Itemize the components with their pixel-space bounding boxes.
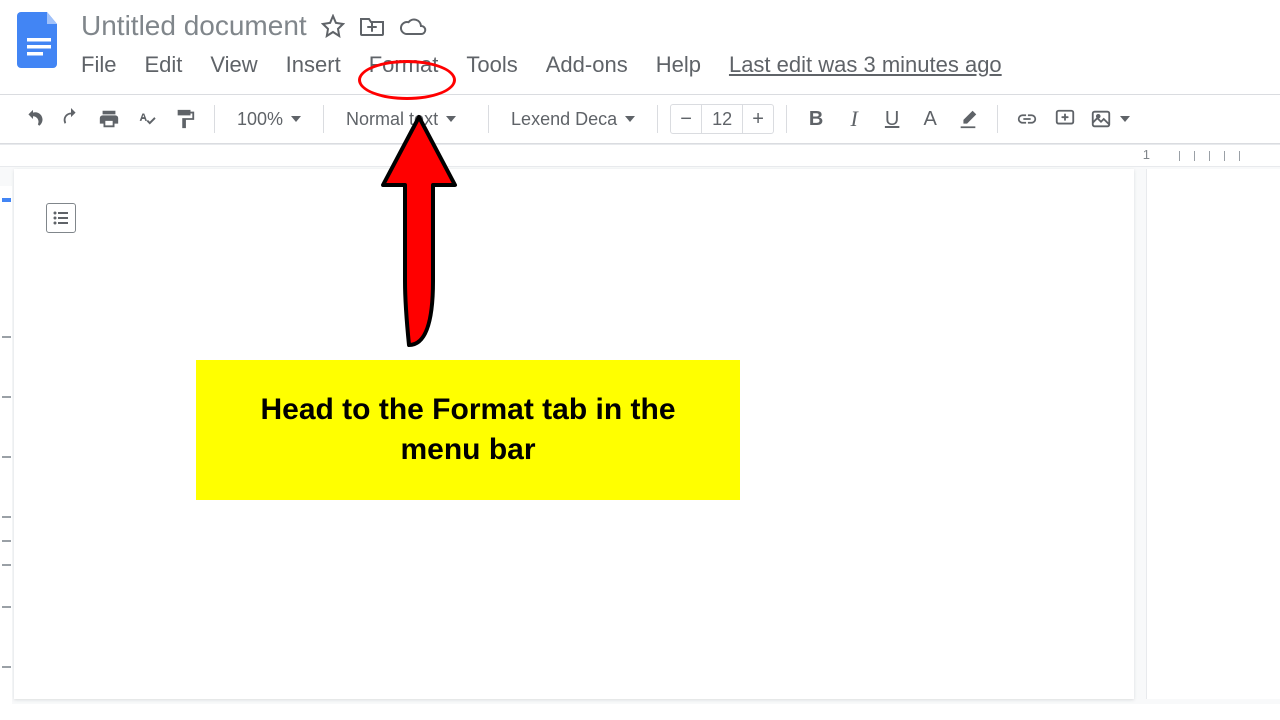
styles-dropdown[interactable]: Normal text <box>336 102 476 136</box>
menu-edit[interactable]: Edit <box>130 48 196 82</box>
separator <box>488 105 489 133</box>
undo-button[interactable] <box>16 102 50 136</box>
star-icon[interactable] <box>321 14 345 38</box>
add-comment-button[interactable] <box>1048 102 1082 136</box>
font-size-increase[interactable]: + <box>743 104 773 134</box>
ruler-mark: 1 <box>1143 147 1150 162</box>
last-edit-link[interactable]: Last edit was 3 minutes ago <box>729 52 1002 78</box>
font-size-value[interactable]: 12 <box>701 105 743 133</box>
caret-down-icon <box>291 116 301 122</box>
menubar: File Edit View Insert Format Tools Add-o… <box>81 48 1002 82</box>
separator <box>657 105 658 133</box>
app-header: Untitled document File Edit View Insert … <box>0 0 1280 82</box>
separator <box>997 105 998 133</box>
style-value: Normal text <box>346 109 438 130</box>
document-outline-button[interactable] <box>46 203 76 233</box>
callout-text: Head to the Format tab in the menu bar <box>236 390 700 471</box>
menu-help[interactable]: Help <box>642 48 715 82</box>
left-ruler-strip <box>0 186 12 716</box>
right-gutter <box>1146 169 1280 699</box>
menu-format[interactable]: Format <box>355 48 453 82</box>
zoom-value: 100% <box>237 109 283 130</box>
document-title[interactable]: Untitled document <box>81 10 307 42</box>
italic-button[interactable]: I <box>837 102 871 136</box>
underline-button[interactable]: U <box>875 102 909 136</box>
redo-button[interactable] <box>54 102 88 136</box>
menu-tools[interactable]: Tools <box>452 48 531 82</box>
font-size-stepper: − 12 + <box>670 104 774 134</box>
highlight-button[interactable] <box>951 102 985 136</box>
separator <box>214 105 215 133</box>
caret-down-icon <box>1120 116 1130 122</box>
annotation-callout: Head to the Format tab in the menu bar <box>196 360 740 500</box>
font-value: Lexend Deca <box>511 109 617 130</box>
caret-down-icon <box>625 116 635 122</box>
separator <box>323 105 324 133</box>
insert-image-dropdown[interactable] <box>1086 102 1134 136</box>
title-row: Untitled document <box>81 10 1002 42</box>
ruler-ticks <box>1179 151 1240 161</box>
menu-insert[interactable]: Insert <box>272 48 355 82</box>
toolbar: 100% Normal text Lexend Deca − 12 + B I … <box>0 94 1280 144</box>
bold-button[interactable]: B <box>799 102 833 136</box>
paint-format-button[interactable] <box>168 102 202 136</box>
ruler[interactable]: 1 <box>0 145 1280 167</box>
font-dropdown[interactable]: Lexend Deca <box>501 102 645 136</box>
caret-down-icon <box>446 116 456 122</box>
font-size-decrease[interactable]: − <box>671 104 701 134</box>
docs-logo[interactable] <box>15 10 63 70</box>
list-icon <box>52 209 70 227</box>
zoom-dropdown[interactable]: 100% <box>227 102 311 136</box>
menu-addons[interactable]: Add-ons <box>532 48 642 82</box>
spellcheck-button[interactable] <box>130 102 164 136</box>
move-folder-icon[interactable] <box>359 15 385 37</box>
insert-link-button[interactable] <box>1010 102 1044 136</box>
text-color-button[interactable]: A <box>913 102 947 136</box>
print-button[interactable] <box>92 102 126 136</box>
menu-file[interactable]: File <box>81 48 130 82</box>
cloud-status-icon[interactable] <box>399 16 427 36</box>
menu-view[interactable]: View <box>196 48 271 82</box>
separator <box>786 105 787 133</box>
